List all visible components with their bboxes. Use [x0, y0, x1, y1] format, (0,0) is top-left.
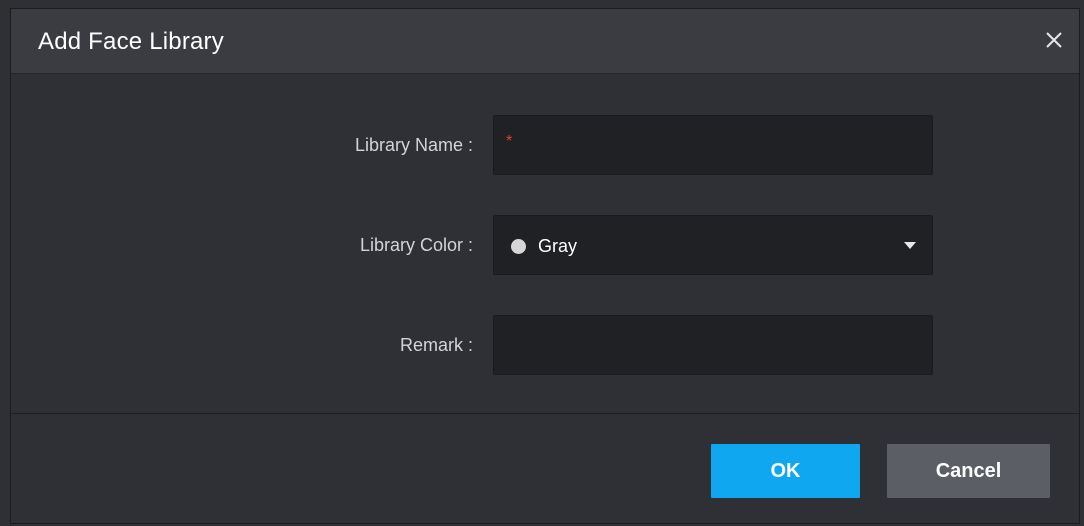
library-color-value: Gray [538, 236, 578, 256]
library-name-label: Library Name : [354, 135, 473, 155]
cancel-button[interactable]: Cancel [887, 444, 1050, 498]
library-color-row: Library Color : Gray [11, 215, 1079, 275]
ok-button[interactable]: OK [711, 444, 860, 498]
close-icon[interactable] [1043, 29, 1065, 51]
library-name-row: Library Name : * [11, 115, 1079, 175]
remark-input[interactable] [493, 315, 933, 375]
library-color-select[interactable]: Gray [493, 215, 933, 275]
required-marker: * [506, 133, 513, 150]
color-swatch-icon [511, 239, 526, 254]
add-face-library-dialog: Add Face Library Library Name : * Librar… [10, 8, 1080, 524]
library-color-label: Library Color : [359, 235, 473, 255]
remark-label: Remark : [399, 335, 473, 355]
remark-row: Remark : [11, 315, 1079, 375]
dialog-titlebar: Add Face Library [11, 9, 1079, 74]
caret-down-icon [904, 242, 916, 249]
dialog-title: Add Face Library [38, 28, 224, 55]
footer-divider [11, 413, 1079, 414]
library-name-input[interactable]: * [493, 115, 933, 175]
